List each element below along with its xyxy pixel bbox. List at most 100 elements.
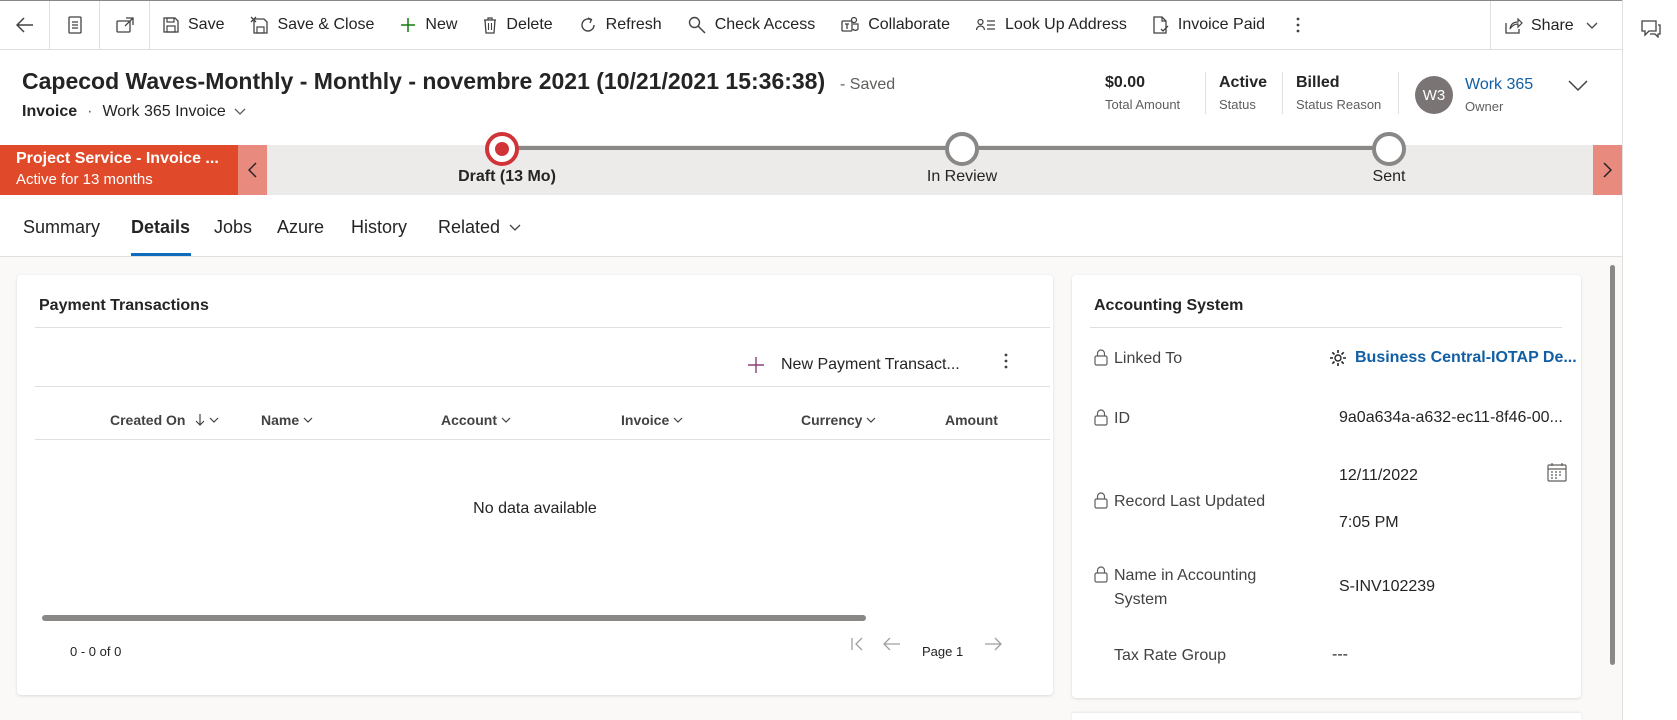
column-header-label: Name <box>261 412 300 428</box>
save-label: Save <box>188 16 225 33</box>
command-bar: Save Save & Close New Delete Refresh Che… <box>0 0 1622 50</box>
column-created-on[interactable]: Created On <box>110 412 219 428</box>
more-vertical-icon[interactable] <box>1004 353 1008 369</box>
sort-descending-icon <box>196 414 205 426</box>
grid-header-top-border <box>35 386 1050 387</box>
chevron-down-icon[interactable] <box>1568 80 1588 92</box>
selected-tab-indicator <box>131 253 191 256</box>
bpf-previous-button[interactable] <box>238 145 267 195</box>
delete-label: Delete <box>506 16 553 33</box>
form-selector[interactable]: Work 365 Invoice <box>102 103 225 121</box>
column-account[interactable]: Account <box>441 412 511 428</box>
stage-draft-indicator[interactable] <box>485 132 519 166</box>
chevron-down-icon[interactable] <box>234 108 246 116</box>
chevron-down-icon <box>673 417 683 423</box>
owner-link[interactable]: Work 365 <box>1465 76 1533 94</box>
record-header: Capecod Waves-Monthly - Monthly - novemb… <box>0 50 1622 145</box>
lock-icon <box>1094 349 1108 366</box>
status-reason-label: Status Reason <box>1296 97 1382 112</box>
field-label: Record Last Updated <box>1094 490 1265 514</box>
refresh-button[interactable]: Refresh <box>566 1 675 50</box>
column-header-label: Created On <box>110 412 186 428</box>
new-button[interactable]: New <box>387 1 470 50</box>
active-process[interactable]: Project Service - Invoice ... Active for… <box>0 145 238 195</box>
status-value: Active <box>1219 74 1268 91</box>
lock-icon <box>1094 566 1108 583</box>
open-new-window-button[interactable] <box>100 0 150 50</box>
column-header-label: Invoice <box>621 412 670 428</box>
column-header-label: Currency <box>801 412 863 428</box>
teams-icon <box>841 16 859 32</box>
empty-grid-message: No data available <box>473 500 597 517</box>
total-amount-label: Total Amount <box>1105 97 1181 112</box>
tab-jobs[interactable]: Jobs <box>214 217 252 238</box>
tab-history[interactable]: History <box>351 217 407 238</box>
linked-to-value: Business Central-IOTAP De... <box>1355 349 1577 366</box>
calendar-icon[interactable] <box>1547 462 1567 482</box>
plus-icon <box>401 18 416 32</box>
more-commands-button[interactable] <box>1278 1 1318 50</box>
new-payment-transaction-button[interactable]: New Payment Transact... <box>747 345 960 385</box>
document-check-icon <box>1153 16 1169 34</box>
avatar: W3 <box>1415 76 1453 114</box>
invoice-paid-button[interactable]: Invoice Paid <box>1140 1 1278 50</box>
column-name[interactable]: Name <box>261 412 313 428</box>
tax-rate-group-value[interactable]: --- <box>1332 646 1348 664</box>
header-field-status-reason: Billed Status Reason <box>1296 74 1381 112</box>
arrow-left-icon <box>15 17 33 33</box>
stage-sent-indicator[interactable] <box>1372 132 1406 166</box>
next-page-icon[interactable] <box>984 637 1002 651</box>
stage-sent-label[interactable]: Sent <box>1373 168 1406 186</box>
accounting-system-card: Accounting System Linked To Business Cen… <box>1072 275 1581 698</box>
column-header-label: Account <box>441 412 497 428</box>
first-page-icon[interactable] <box>850 637 864 651</box>
check-access-label: Check Access <box>714 16 816 33</box>
open-in-new-window-icon <box>115 17 134 33</box>
chevron-right-icon <box>1603 162 1612 178</box>
entity-name: Invoice <box>22 103 78 120</box>
chevron-down-icon <box>1586 22 1598 29</box>
refresh-label: Refresh <box>605 16 662 33</box>
field-label: Linked To <box>1094 347 1182 371</box>
save-button[interactable]: Save <box>150 1 237 50</box>
payment-transactions-card: Payment Transactions New Payment Transac… <box>17 275 1053 695</box>
header-field-status: Active Status <box>1219 74 1267 112</box>
save-close-label: Save & Close <box>277 16 375 33</box>
collaborate-button[interactable]: Collaborate <box>828 1 963 50</box>
stage-in-review-label[interactable]: In Review <box>927 168 997 186</box>
tax-rate-group-label: Tax Rate Group <box>1114 647 1227 664</box>
vertical-scrollbar[interactable] <box>1610 265 1615 665</box>
look-up-address-button[interactable]: Look Up Address <box>963 1 1140 50</box>
check-access-button[interactable]: Check Access <box>675 1 828 50</box>
delete-button[interactable]: Delete <box>470 1 565 50</box>
stage-draft-label[interactable]: Draft (13 Mo) <box>458 168 556 186</box>
bpf-next-button[interactable] <box>1593 145 1622 195</box>
tab-summary[interactable]: Summary <box>23 217 100 238</box>
linked-to-lookup[interactable]: Business Central-IOTAP De... <box>1329 349 1577 367</box>
contact-list-icon <box>976 18 996 31</box>
field-label: ID <box>1094 407 1130 431</box>
share-button[interactable]: Share <box>1490 1 1622 50</box>
tab-azure[interactable]: Azure <box>277 217 324 238</box>
id-label: ID <box>1114 410 1130 427</box>
column-invoice[interactable]: Invoice <box>621 412 683 428</box>
chevron-down-icon <box>509 224 521 231</box>
form-view-button[interactable] <box>50 0 100 50</box>
tab-details[interactable]: Details <box>131 217 190 238</box>
stage-in-review-indicator[interactable] <box>945 132 979 166</box>
column-amount[interactable]: Amount <box>945 412 1015 428</box>
previous-page-icon[interactable] <box>883 637 901 651</box>
name-in-accounting-value: S-INV102239 <box>1339 578 1436 595</box>
status-reason-value: Billed <box>1296 74 1340 91</box>
column-currency[interactable]: Currency <box>801 412 876 428</box>
horizontal-scrollbar[interactable] <box>42 615 866 621</box>
back-button[interactable] <box>0 0 50 50</box>
tab-related[interactable]: Related <box>438 217 521 238</box>
save-close-button[interactable]: Save & Close <box>237 1 387 50</box>
subtitle-separator: · <box>87 103 93 120</box>
record-last-updated-label: Record Last Updated <box>1114 493 1266 510</box>
active-process-name: Project Service - Invoice ... <box>16 150 219 167</box>
chevron-left-icon <box>248 162 257 178</box>
owner-label: Owner <box>1465 99 1504 114</box>
chat-icon[interactable] <box>1641 20 1661 38</box>
